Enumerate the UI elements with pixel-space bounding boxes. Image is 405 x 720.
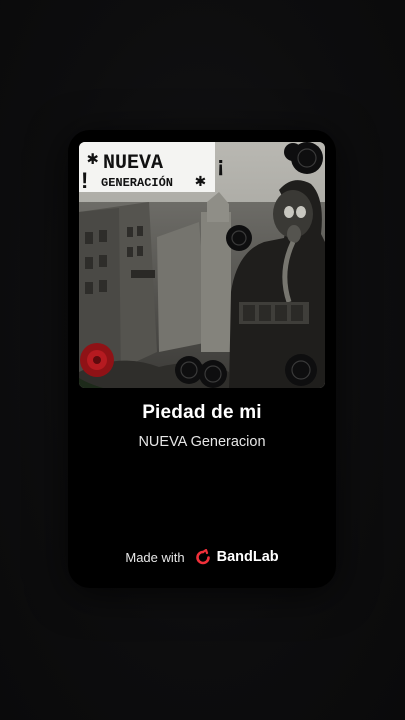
track-card[interactable]: ✱ NUEVA GENERACIÓN ✱ ! ¡ Piedad de mi NU…	[68, 130, 336, 588]
made-with-label: Made with	[125, 549, 185, 565]
bandlab-logo-icon	[195, 548, 211, 565]
cover-exclamation-open: ¡	[217, 152, 224, 177]
made-with-bandlab[interactable]: Made with BandLab	[68, 548, 336, 565]
svg-text:✱: ✱	[195, 172, 206, 192]
share-screen: ✱ NUEVA GENERACIÓN ✱ ! ¡ Piedad de mi NU…	[0, 0, 405, 720]
cover-exclamation-close: !	[81, 168, 88, 193]
track-title: Piedad de mi	[142, 402, 262, 423]
svg-text:✱: ✱	[87, 148, 98, 170]
cover-art: ✱ NUEVA GENERACIÓN ✱ ! ¡	[79, 142, 325, 388]
bandlab-brand-name: BandLab	[216, 549, 279, 565]
cover-text-line2: GENERACIÓN	[101, 175, 173, 190]
artist-name[interactable]: NUEVA Generacion	[68, 434, 336, 450]
cover-text-line1: NUEVA	[103, 152, 163, 175]
